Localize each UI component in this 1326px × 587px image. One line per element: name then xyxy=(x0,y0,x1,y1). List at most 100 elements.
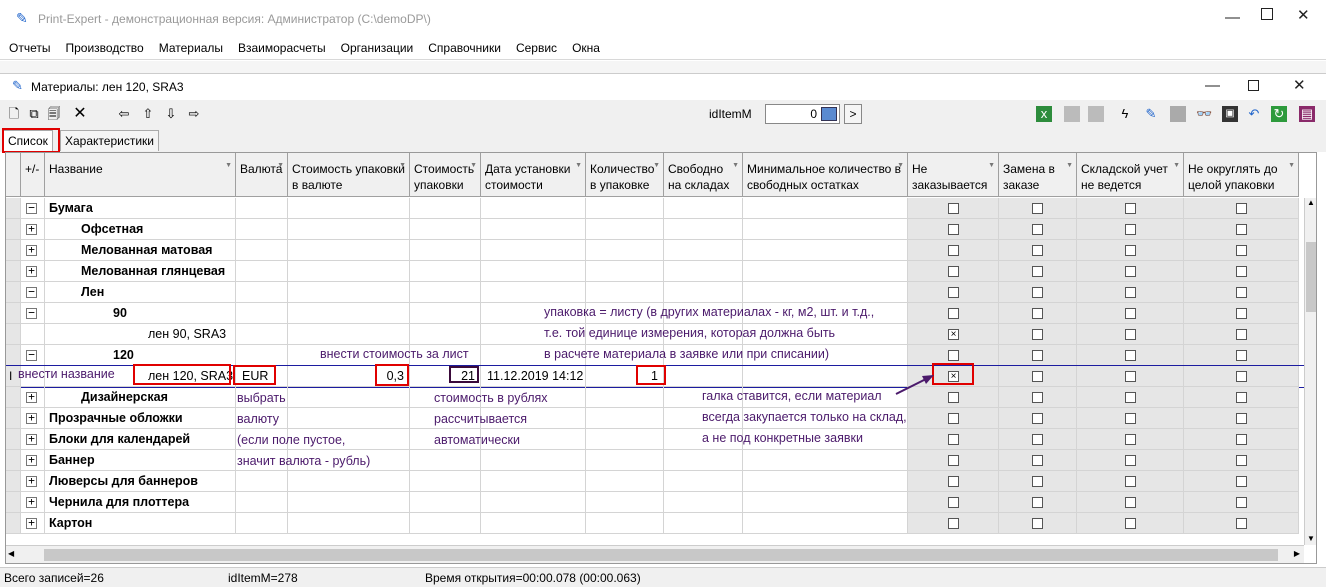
checkbox[interactable] xyxy=(1125,350,1136,361)
cell-col-currency[interactable] xyxy=(236,198,288,219)
checkbox[interactable] xyxy=(948,476,959,487)
menu-item-production[interactable]: Производство xyxy=(56,38,149,55)
id-input[interactable]: 0 xyxy=(765,104,840,124)
menu-item-organizations[interactable]: Организации xyxy=(332,38,420,55)
menu-item-reports[interactable]: Отчеты xyxy=(0,38,56,55)
cell-col-qty-pack[interactable] xyxy=(586,240,664,261)
lightning-icon[interactable]: ϟ xyxy=(1117,106,1133,122)
cell-col-free-stock[interactable] xyxy=(664,240,743,261)
save-icon[interactable]: ▣ xyxy=(1222,106,1238,122)
cell-col-currency[interactable] xyxy=(236,240,288,261)
cell-col-min-qty[interactable] xyxy=(743,513,908,534)
checkbox[interactable] xyxy=(1236,518,1247,529)
checkbox[interactable]: × xyxy=(948,329,959,340)
cell-col-pack-price-cur[interactable] xyxy=(288,387,410,408)
checkbox[interactable] xyxy=(1032,329,1043,340)
expand-icon[interactable]: + xyxy=(26,475,37,487)
arrow-down-icon[interactable]: ⇩ xyxy=(163,106,179,122)
cell-col-price-date[interactable] xyxy=(481,261,586,282)
checkbox[interactable] xyxy=(1236,497,1247,508)
row-indicator[interactable] xyxy=(6,282,21,303)
cell-col-pack-price[interactable] xyxy=(410,471,481,492)
cell-col-pack-price-cur[interactable] xyxy=(288,408,410,429)
col-currency-header[interactable]: Валюта ▼ xyxy=(236,153,288,197)
cell-col-pack-price-cur[interactable] xyxy=(288,471,410,492)
horizontal-scrollbar[interactable]: ◀ ▶ xyxy=(6,545,1304,563)
sort-arrow-icon[interactable]: ▼ xyxy=(470,158,477,174)
cell-col-qty-pack[interactable] xyxy=(586,282,664,303)
col-free-stock-header[interactable]: Свободно на складах ▼ xyxy=(664,153,743,197)
checkbox[interactable] xyxy=(1236,392,1247,403)
checkbox[interactable] xyxy=(1125,392,1136,403)
tree-item-label[interactable]: Люверсы для баннеров xyxy=(49,471,198,492)
cell-col-currency[interactable] xyxy=(236,471,288,492)
go-button[interactable]: > xyxy=(844,104,862,124)
cell-col-qty-pack[interactable] xyxy=(586,261,664,282)
cell-col-name[interactable] xyxy=(45,282,236,303)
checkbox[interactable] xyxy=(948,434,959,445)
tree-item-label[interactable]: Лен xyxy=(81,282,104,303)
tree-item-label[interactable]: Чернила для плоттера xyxy=(49,492,189,513)
cell-col-price-date[interactable] xyxy=(481,492,586,513)
collapse-icon[interactable]: − xyxy=(26,349,37,361)
checkbox[interactable] xyxy=(1032,308,1043,319)
tree-item-label[interactable]: 90 xyxy=(113,303,127,324)
row-indicator[interactable] xyxy=(6,513,21,534)
checkbox[interactable] xyxy=(1236,287,1247,298)
checkbox[interactable] xyxy=(948,308,959,319)
row-indicator[interactable] xyxy=(6,408,21,429)
checkbox[interactable] xyxy=(948,266,959,277)
checkbox[interactable] xyxy=(1032,497,1043,508)
scroll-up-icon[interactable]: ▲ xyxy=(1307,198,1315,207)
cell-col-qty-pack[interactable] xyxy=(586,513,664,534)
row-indicator[interactable] xyxy=(6,219,21,240)
collapse-icon[interactable]: − xyxy=(26,286,37,298)
cell-col-pack-price[interactable] xyxy=(410,219,481,240)
sort-arrow-icon[interactable]: ▼ xyxy=(575,158,582,174)
scroll-left-icon[interactable]: ◀ xyxy=(8,549,14,558)
col-no-round-header[interactable]: Не округлять до целой упаковки ▼ xyxy=(1184,153,1299,197)
sort-arrow-icon[interactable]: ▼ xyxy=(399,158,406,174)
delete-icon[interactable]: ✕ xyxy=(72,106,88,122)
checkbox[interactable] xyxy=(1125,245,1136,256)
cell-col-pack-price[interactable] xyxy=(410,324,481,345)
sort-arrow-icon[interactable]: ▼ xyxy=(732,158,739,174)
maximize-icon[interactable] xyxy=(1261,8,1273,20)
checkbox[interactable] xyxy=(1125,434,1136,445)
scroll-thumb[interactable] xyxy=(1306,242,1316,312)
cell-col-price-date[interactable] xyxy=(481,219,586,240)
cell-col-pack-price[interactable] xyxy=(410,303,481,324)
vertical-scrollbar[interactable]: ▲ ▼ xyxy=(1304,198,1316,545)
tree-item-label[interactable]: Баннер xyxy=(49,450,95,471)
checkbox[interactable] xyxy=(1032,287,1043,298)
col-replace-header[interactable]: Замена в заказе ▼ xyxy=(999,153,1077,197)
checkbox[interactable] xyxy=(948,203,959,214)
col-price-date-header[interactable]: Дата установки стоимости ▼ xyxy=(481,153,586,197)
tree-item-label[interactable]: Офсетная xyxy=(81,219,143,240)
cell-col-pack-price[interactable] xyxy=(410,282,481,303)
cell-col-pack-price[interactable] xyxy=(410,450,481,471)
checkbox[interactable] xyxy=(1125,476,1136,487)
expand-icon[interactable]: + xyxy=(26,517,37,529)
checkbox[interactable] xyxy=(948,455,959,466)
cell-col-free-stock[interactable] xyxy=(664,198,743,219)
row-indicator[interactable] xyxy=(6,198,21,219)
checkbox[interactable] xyxy=(1236,308,1247,319)
checkbox[interactable] xyxy=(948,497,959,508)
cell-col-min-qty[interactable] xyxy=(743,240,908,261)
menu-item-directories[interactable]: Справочники xyxy=(419,38,507,55)
tree-item-label[interactable]: Мелованная матовая xyxy=(81,240,212,261)
cell-col-currency[interactable] xyxy=(236,324,288,345)
cell-col-free-stock[interactable] xyxy=(664,492,743,513)
cell-col-name[interactable] xyxy=(45,303,236,324)
sort-arrow-icon[interactable]: ▼ xyxy=(1288,158,1295,174)
cell-col-free-stock[interactable] xyxy=(664,366,743,387)
checkbox[interactable] xyxy=(1125,308,1136,319)
folder-gray-icon[interactable] xyxy=(1064,106,1080,122)
arrow-left-icon[interactable]: ⇦ xyxy=(116,106,132,122)
folder-icon[interactable] xyxy=(1088,106,1104,122)
checkbox[interactable] xyxy=(1236,434,1247,445)
child-maximize-icon[interactable] xyxy=(1248,80,1259,91)
cell-col-currency[interactable] xyxy=(236,492,288,513)
checkbox[interactable] xyxy=(1125,518,1136,529)
